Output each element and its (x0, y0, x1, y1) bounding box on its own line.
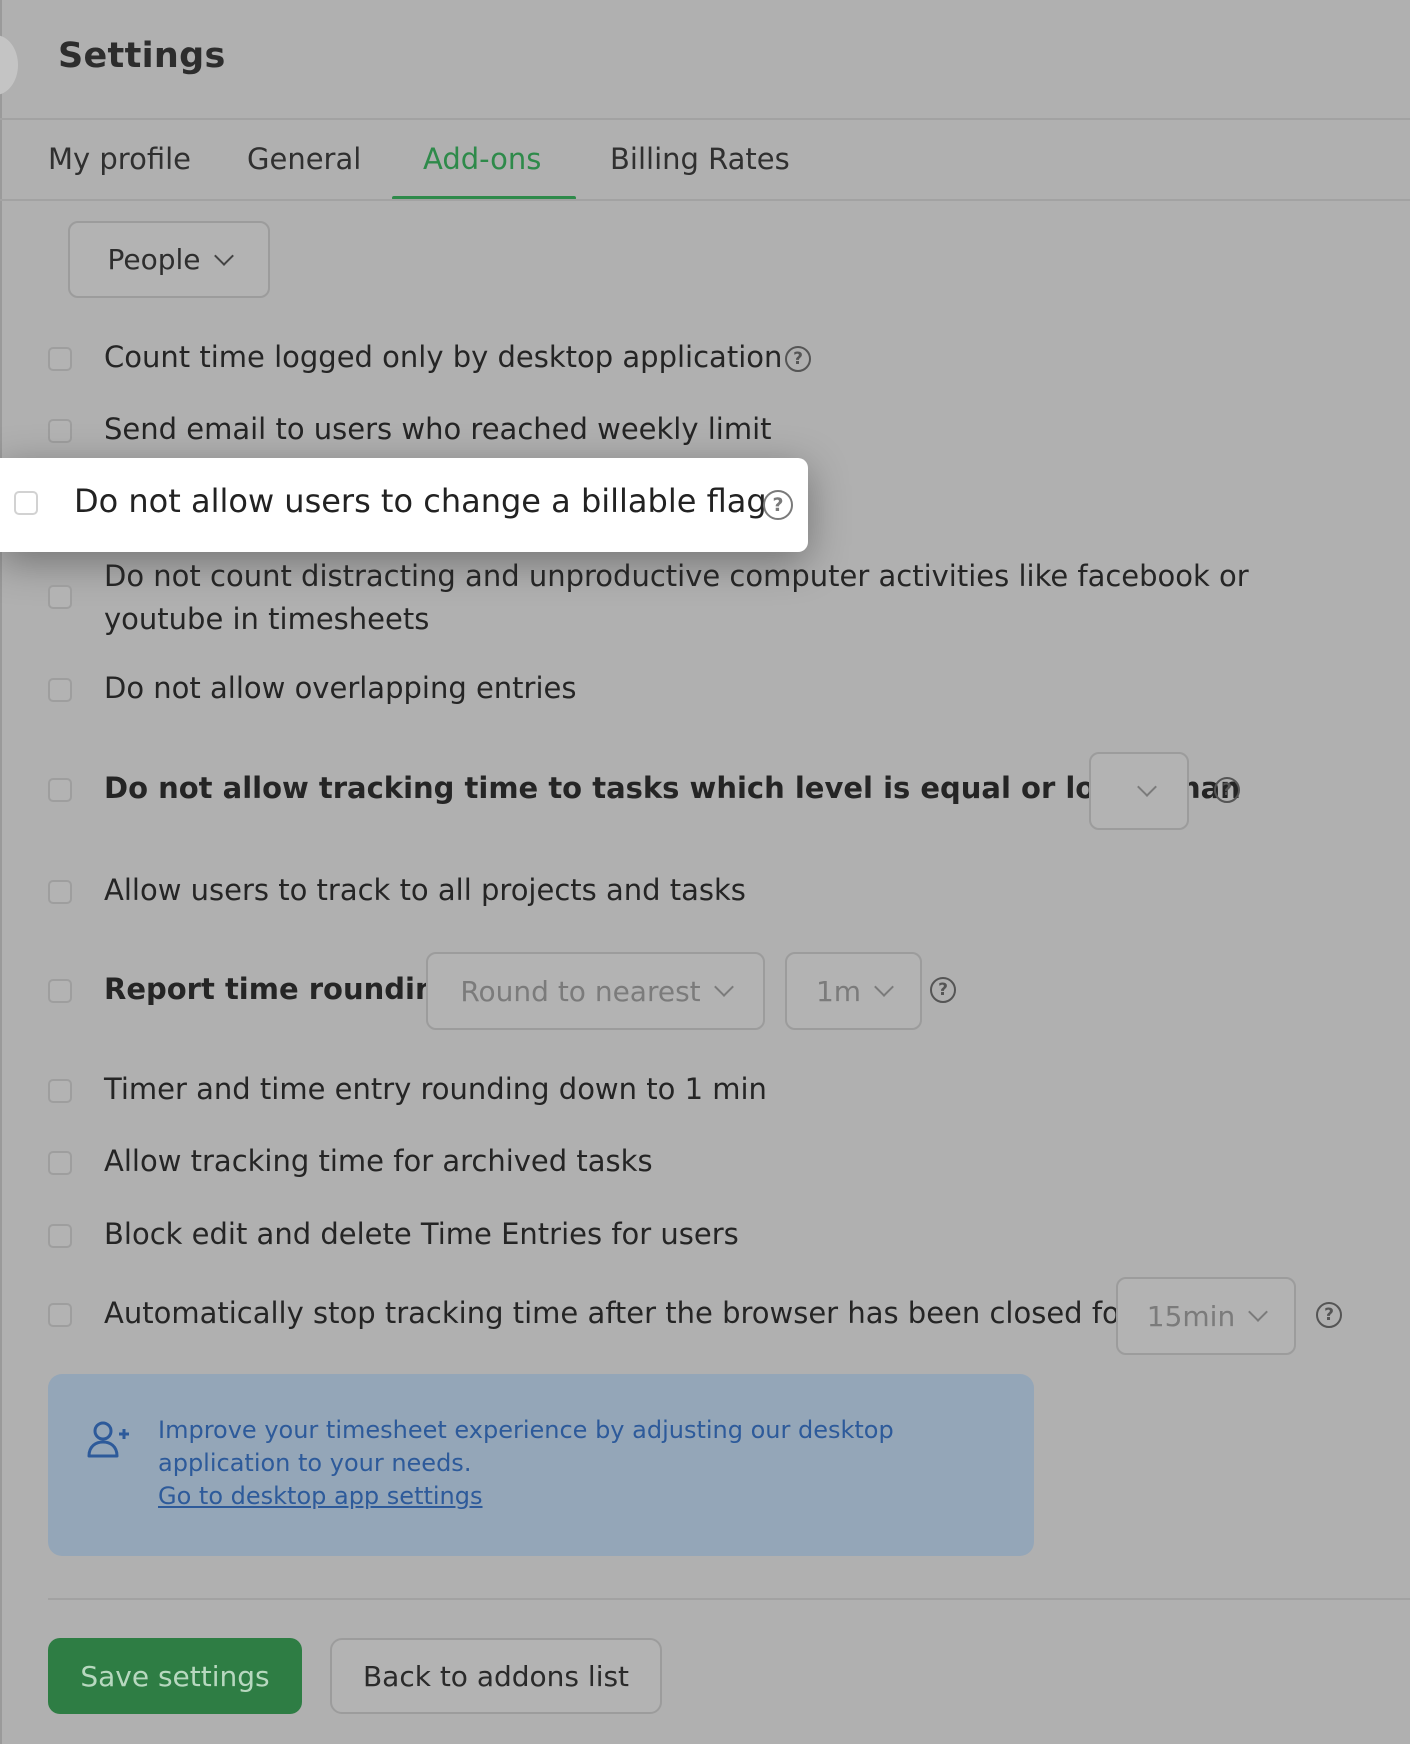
checkbox-track-all-projects[interactable] (48, 880, 72, 904)
left-edge (0, 0, 2, 1744)
checkbox-billable-flag[interactable] (14, 491, 38, 515)
desktop-app-info-box: Improve your timesheet experience by adj… (48, 1374, 1034, 1556)
checkbox-auto-stop[interactable] (48, 1303, 72, 1327)
help-icon[interactable]: ? (1214, 777, 1240, 803)
chevron-down-icon (713, 977, 734, 997)
tabs-divider (0, 199, 1410, 201)
option-label: Send email to users who reached weekly l… (104, 412, 772, 446)
option-label: Do not allow users to change a billable … (74, 482, 767, 520)
help-icon[interactable]: ? (763, 490, 793, 520)
footer-divider (48, 1598, 1410, 1600)
option-label: Timer and time entry rounding down to 1 … (104, 1072, 767, 1106)
highlighted-option-row: Do not allow users to change a billable … (0, 458, 808, 552)
chevron-down-icon (213, 245, 234, 266)
task-level-dropdown[interactable] (1089, 752, 1189, 830)
auto-stop-value: 15min (1146, 1299, 1236, 1333)
back-to-addons-button[interactable]: Back to addons list (330, 1638, 662, 1714)
tab-general[interactable]: General (247, 142, 361, 176)
page-title: Settings (58, 36, 226, 76)
checkbox-report-rounding[interactable] (48, 979, 72, 1003)
chevron-down-icon (1137, 777, 1157, 797)
checkbox-desktop-only[interactable] (48, 347, 72, 371)
tab-billing-rates[interactable]: Billing Rates (610, 142, 790, 176)
option-label: Do not count distracting and unproductiv… (104, 559, 1249, 636)
rounding-mode-dropdown[interactable]: Round to nearest (426, 952, 765, 1030)
rounding-unit-dropdown[interactable]: 1m (785, 952, 922, 1030)
chevron-down-icon (874, 977, 894, 997)
people-dropdown[interactable]: People (68, 221, 270, 298)
checkbox-archived-tasks[interactable] (48, 1151, 72, 1175)
sidebar-toggle[interactable] (0, 35, 18, 95)
checkbox-overlapping-entries[interactable] (48, 678, 72, 702)
option-label: Block edit and delete Time Entries for u… (104, 1217, 739, 1251)
save-settings-button[interactable]: Save settings (48, 1638, 302, 1714)
checkbox-distracting-activities[interactable] (48, 585, 72, 609)
help-icon[interactable]: ? (930, 977, 956, 1003)
tab-my-profile[interactable]: My profile (48, 142, 191, 176)
option-label: Count time logged only by desktop applic… (104, 340, 783, 374)
option-label: Allow tracking time for archived tasks (104, 1144, 653, 1178)
auto-stop-dropdown[interactable]: 15min (1116, 1277, 1296, 1355)
option-label: Automatically stop tracking time after t… (104, 1296, 1132, 1330)
option-label: Report time rounding (104, 972, 457, 1006)
help-icon[interactable]: ? (785, 346, 811, 372)
tab-add-ons[interactable]: Add-ons (423, 142, 541, 176)
option-label: Do not allow tracking time to tasks whic… (104, 771, 1241, 805)
chevron-down-icon (1248, 1302, 1269, 1322)
add-user-icon (87, 1421, 129, 1458)
rounding-unit-value: 1m (815, 974, 862, 1008)
checkbox-round-down[interactable] (48, 1079, 72, 1103)
checkbox-task-level[interactable] (48, 778, 72, 802)
help-icon[interactable]: ? (1316, 1302, 1342, 1328)
header-divider (0, 118, 1410, 120)
people-dropdown-value: People (107, 243, 201, 276)
option-label: Do not allow overlapping entries (104, 671, 577, 705)
option-label: Allow users to track to all projects and… (104, 873, 746, 907)
info-box-text: Improve your timesheet experience by adj… (158, 1416, 894, 1477)
rounding-mode-value: Round to nearest (460, 974, 701, 1008)
checkbox-block-edit[interactable] (48, 1224, 72, 1248)
desktop-app-settings-link[interactable]: Go to desktop app settings (158, 1482, 483, 1510)
checkbox-weekly-limit-email[interactable] (48, 419, 72, 443)
